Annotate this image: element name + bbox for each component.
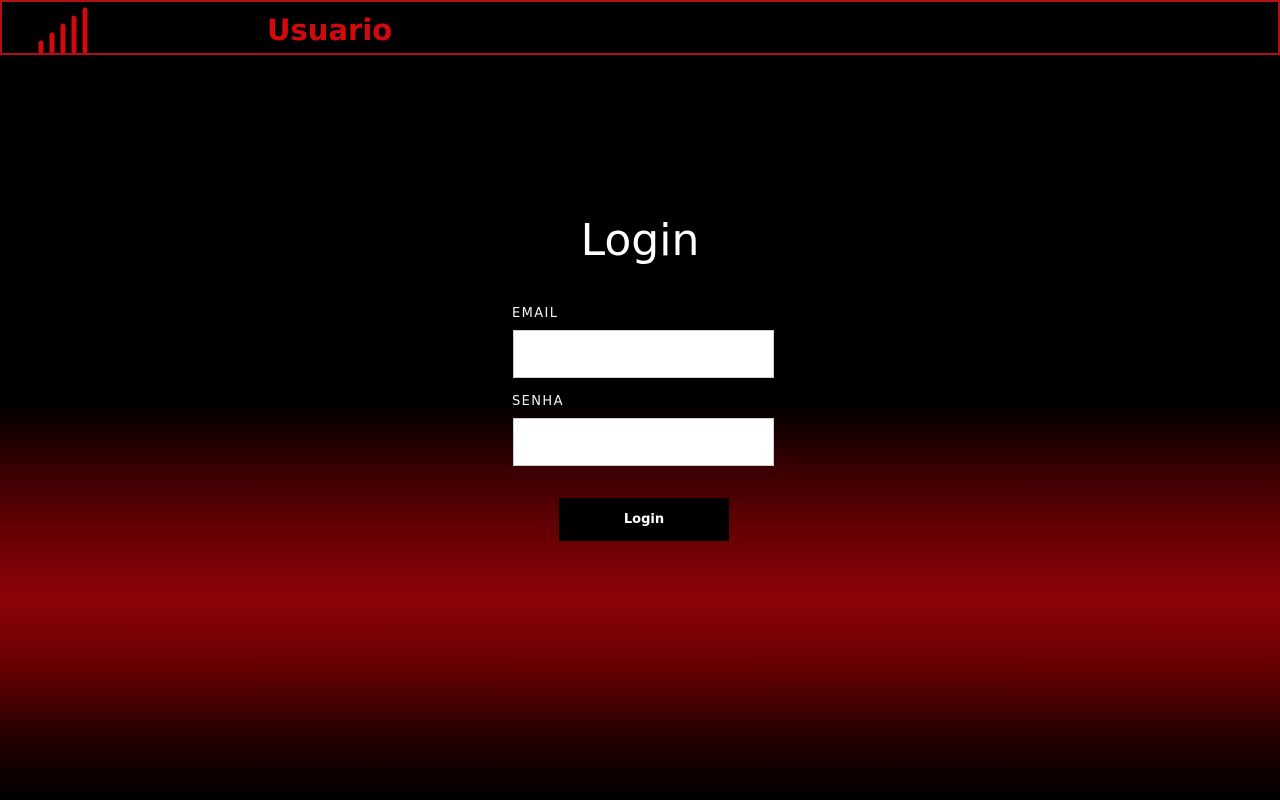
email-field[interactable] [513,330,774,378]
brand-title[interactable]: Usuario [267,12,392,48]
password-field[interactable] [513,418,774,466]
password-label: SENHA [512,394,564,409]
signal-bars-icon [38,7,88,53]
login-title: Login [580,215,700,266]
email-label: EMAIL [512,306,559,321]
top-bar: Usuario [0,0,1280,55]
login-button[interactable]: Login [559,498,729,541]
